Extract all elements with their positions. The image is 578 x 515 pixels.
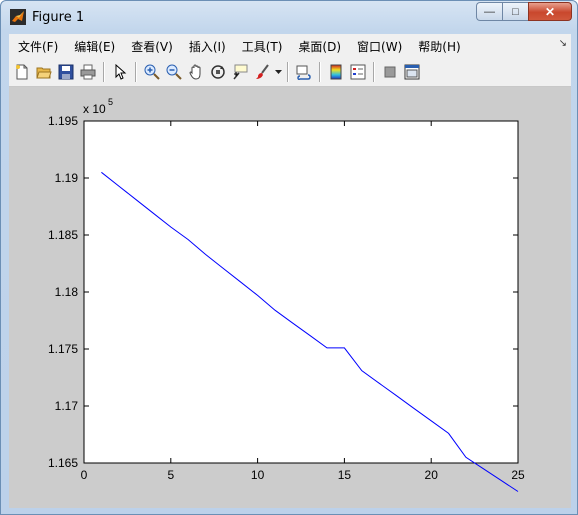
- y-tick-label: 1.18: [55, 285, 79, 299]
- toolbar-separator: [103, 62, 105, 82]
- hide-plot-tools-icon[interactable]: [379, 61, 401, 83]
- minimize-button[interactable]: —: [476, 2, 502, 21]
- menu-desktop[interactable]: 桌面(D): [289, 38, 348, 55]
- y-tick-label: 1.175: [48, 342, 78, 356]
- y-tick-label: 1.17: [55, 399, 79, 413]
- menu-help[interactable]: 帮助(H): [409, 38, 467, 55]
- toolbar-separator: [319, 62, 321, 82]
- data-cursor-icon[interactable]: [229, 61, 251, 83]
- close-button[interactable]: ✕: [528, 2, 572, 21]
- new-figure-icon[interactable]: [11, 61, 33, 83]
- colorbar-icon[interactable]: [325, 61, 347, 83]
- x-tick-label: 10: [251, 468, 265, 482]
- zoom-out-icon[interactable]: [163, 61, 185, 83]
- menu-bar: 文件(F) 编辑(E) 查看(V) 插入(I) 工具(T) 桌面(D) 窗口(W…: [9, 34, 571, 58]
- pan-hand-icon[interactable]: [185, 61, 207, 83]
- x-tick-label: 5: [167, 468, 174, 482]
- title-bar[interactable]: Figure 1 — □ ✕: [1, 1, 577, 33]
- menu-tools[interactable]: 工具(T): [233, 38, 290, 55]
- rotate-3d-icon[interactable]: [207, 61, 229, 83]
- figure-canvas[interactable]: 0 5 10 15 20 25 1.165 1.17 1.175 1.18 1.185 1.19 1.1…: [9, 87, 571, 508]
- link-plot-icon[interactable]: [293, 61, 315, 83]
- y-exponent-power: 5: [108, 97, 113, 107]
- matlab-logo-icon: [10, 9, 26, 25]
- window-title: Figure 1: [32, 10, 85, 25]
- brush-dropdown-icon[interactable]: [273, 61, 283, 83]
- menu-view[interactable]: 查看(V): [122, 38, 180, 55]
- brush-icon[interactable]: [251, 61, 273, 83]
- legend-icon[interactable]: [347, 61, 369, 83]
- menu-edit[interactable]: 编辑(E): [65, 38, 122, 55]
- open-file-icon[interactable]: [33, 61, 55, 83]
- x-tick-label: 20: [425, 468, 439, 482]
- print-icon[interactable]: [77, 61, 99, 83]
- x-tick-label: 25: [511, 468, 525, 482]
- y-tick-label: 1.165: [48, 456, 78, 470]
- figure-toolbar: [9, 58, 571, 87]
- zoom-in-icon[interactable]: [141, 61, 163, 83]
- y-exponent-label: x 10: [83, 102, 106, 116]
- menu-window[interactable]: 窗口(W): [348, 38, 409, 55]
- toolbar-separator: [287, 62, 289, 82]
- toolbar-separator: [373, 62, 375, 82]
- y-tick-label: 1.185: [48, 228, 78, 242]
- menu-insert[interactable]: 插入(I): [180, 38, 233, 55]
- plot-svg: 0 5 10 15 20 25 1.165 1.17 1.175 1.18 1.185 1.19 1.1…: [48, 97, 525, 492]
- show-plot-tools-icon[interactable]: [401, 61, 423, 83]
- dock-figure-icon[interactable]: ↘: [559, 38, 567, 49]
- save-icon[interactable]: [55, 61, 77, 83]
- maximize-button[interactable]: □: [502, 2, 528, 21]
- y-tick-label: 1.195: [48, 114, 78, 128]
- x-tick-label: 0: [81, 468, 88, 482]
- toolbar-separator: [135, 62, 137, 82]
- axes-background[interactable]: [83, 120, 519, 464]
- x-tick-label: 15: [338, 468, 352, 482]
- y-tick-label: 1.19: [55, 171, 79, 185]
- menu-file[interactable]: 文件(F): [9, 38, 65, 55]
- figure-window: Figure 1 — □ ✕ 文件(F) 编辑(E) 查看(V) 插入(I) 工…: [0, 0, 578, 515]
- pointer-icon[interactable]: [109, 61, 131, 83]
- window-controls: — □ ✕: [476, 2, 572, 22]
